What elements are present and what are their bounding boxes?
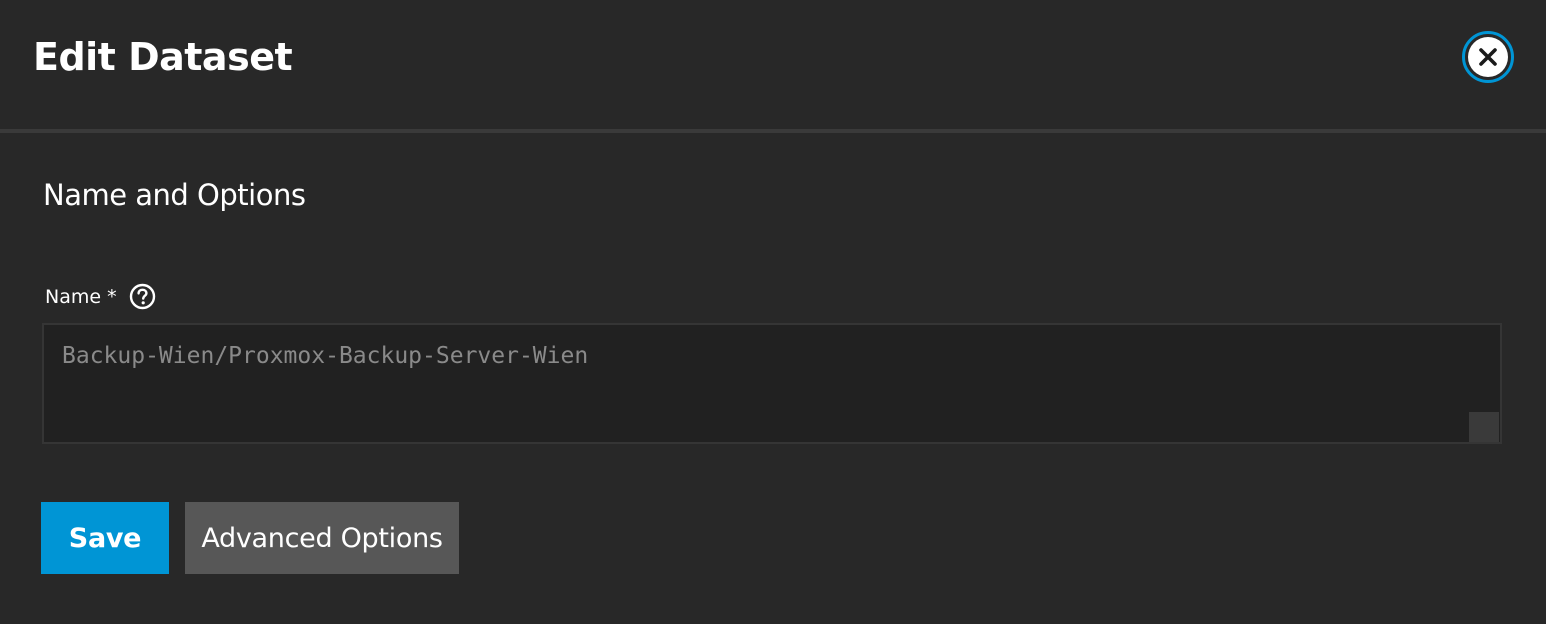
name-field-label: Name *: [45, 285, 117, 309]
name-label-text: Name: [45, 286, 102, 308]
dialog-header: Edit Dataset: [0, 0, 1546, 130]
dialog-title: Edit Dataset: [33, 35, 293, 79]
header-divider: [0, 129, 1546, 133]
section-title: Name and Options: [43, 178, 306, 212]
save-button[interactable]: Save: [41, 502, 169, 574]
close-button[interactable]: [1462, 31, 1514, 83]
textarea-resize-handle[interactable]: [1469, 412, 1499, 442]
required-marker: *: [107, 286, 117, 308]
help-circle-icon[interactable]: [129, 283, 156, 310]
advanced-options-button[interactable]: Advanced Options: [185, 502, 459, 574]
name-input[interactable]: Backup-Wien/Proxmox-Backup-Server-Wien: [42, 323, 1502, 444]
close-circle-icon: [1468, 37, 1508, 77]
